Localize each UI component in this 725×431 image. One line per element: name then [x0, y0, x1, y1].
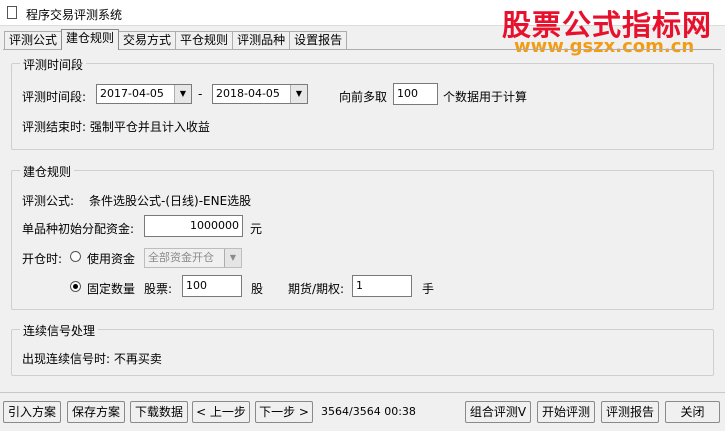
fixed-qty-radio[interactable] — [70, 281, 81, 292]
eval-report-button[interactable]: 评测报告 — [601, 401, 659, 423]
import-plan-button[interactable]: 引入方案 — [3, 401, 61, 423]
period-group: 评测时间段 — [11, 56, 714, 150]
download-data-button[interactable]: 下载数据 — [130, 401, 188, 423]
tab-build-rules[interactable]: 建仓规则 — [61, 29, 120, 50]
lookback-suffix: 个数据用于计算 — [443, 90, 528, 104]
range-label: 评测时间段: — [22, 90, 87, 104]
futures-qty-input[interactable]: 1 — [352, 275, 412, 297]
start-date-picker[interactable]: 2017-04-05 ▼ — [96, 84, 192, 104]
chevron-down-icon[interactable]: ▼ — [290, 85, 307, 103]
start-eval-button[interactable]: 开始评测 — [537, 401, 595, 423]
signal-group-title: 连续信号处理 — [20, 322, 99, 339]
stock-unit: 股 — [251, 282, 264, 296]
tab-formula[interactable]: 评测公式 — [4, 31, 63, 49]
use-capital-radio[interactable] — [70, 251, 81, 262]
futures-unit: 手 — [422, 282, 435, 296]
build-rules-group-title: 建仓规则 — [20, 163, 75, 180]
stock-label: 股票: — [144, 282, 173, 296]
fixed-qty-label[interactable]: 固定数量 — [87, 280, 135, 297]
futures-label: 期货/期权: — [288, 282, 345, 296]
capital-input[interactable]: 1000000 — [144, 215, 243, 237]
next-step-button[interactable]: 下一步 > — [255, 401, 313, 423]
tab-trade-mode[interactable]: 交易方式 — [118, 31, 177, 49]
signal-text: 出现连续信号时: 不再买卖 — [22, 352, 162, 366]
prev-step-button[interactable]: < 上一步 — [192, 401, 250, 423]
chevron-down-icon[interactable]: ▼ — [174, 85, 191, 103]
stock-qty-input[interactable]: 100 — [182, 275, 242, 297]
capital-unit: 元 — [250, 222, 263, 236]
period-group-title: 评测时间段 — [20, 56, 87, 73]
footer-divider — [0, 392, 725, 393]
close-button[interactable]: 关闭 — [665, 401, 720, 423]
use-capital-select[interactable]: 全部资金开仓 ▼ — [144, 248, 242, 268]
chevron-down-icon[interactable]: ▼ — [224, 249, 241, 267]
lookback-prefix: 向前多取 — [339, 90, 388, 104]
open-label: 开仓时: — [22, 252, 63, 266]
progress-status: 3564/3564 00:38 — [321, 405, 416, 418]
tab-report-settings[interactable]: 设置报告 — [289, 31, 348, 49]
start-date-value: 2017-04-05 — [100, 87, 164, 100]
combo-eval-button[interactable]: 组合评测V — [465, 401, 531, 423]
end-date-picker[interactable]: 2018-04-05 ▼ — [212, 84, 308, 104]
use-capital-label[interactable]: 使用资金 — [87, 250, 135, 267]
end-of-test-text: 评测结束时: 强制平仓并且计入收益 — [22, 120, 210, 134]
formula-value: 条件选股公式-(日线)-ENE选股 — [89, 194, 252, 208]
lookback-input[interactable]: 100 — [393, 83, 438, 105]
tab-instruments[interactable]: 评测品种 — [232, 31, 291, 49]
tab-strip: 评测公式 建仓规则 交易方式 平仓规则 评测品种 设置报告 — [4, 29, 348, 50]
end-date-value: 2018-04-05 — [216, 87, 280, 100]
formula-label: 评测公式: — [22, 194, 75, 208]
capital-label: 单品种初始分配资金: — [22, 222, 135, 236]
use-capital-select-value: 全部资金开仓 — [148, 251, 214, 264]
date-separator: - — [198, 87, 203, 101]
save-plan-button[interactable]: 保存方案 — [67, 401, 125, 423]
app-icon — [7, 6, 17, 19]
tab-close-rules[interactable]: 平仓规则 — [175, 31, 234, 49]
window-title: 程序交易评测系统 — [26, 8, 123, 22]
